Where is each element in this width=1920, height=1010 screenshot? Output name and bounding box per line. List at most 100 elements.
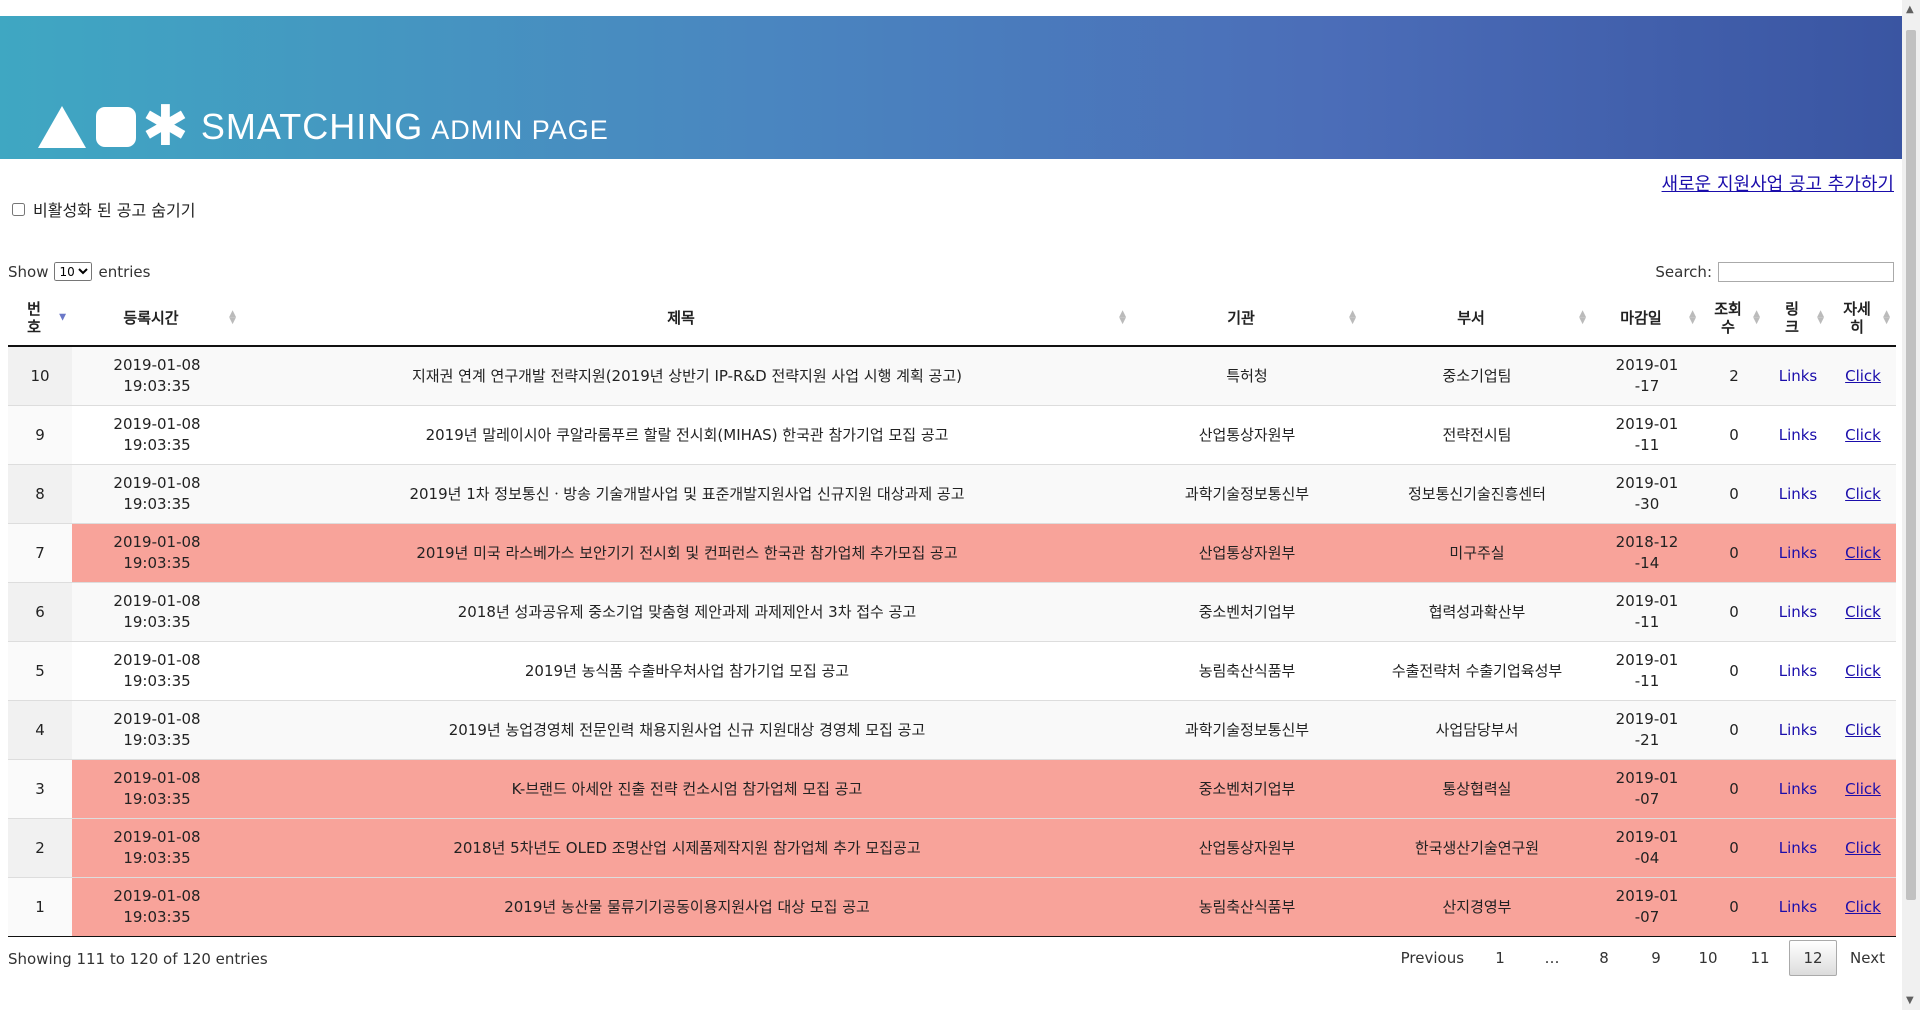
cell-detail: Click [1830,523,1896,583]
detail-click-link[interactable]: Click [1845,898,1881,916]
cell-title: 2018년 성과공유제 중소기업 맞춤형 제안과제 과제제안서 3차 접수 공고 [242,582,1132,642]
cell-dept: 한국생산기술연구원 [1362,818,1592,878]
cell-number: 2 [35,838,45,857]
col-header-time[interactable]: 등록시간 ▲ ▼ [72,290,242,347]
links-link[interactable]: Links [1779,426,1818,444]
table-row: 5 2019-01-08 19:03:35 2019년 농식품 수출바우처사업 참가… [8,641,1896,701]
pagination-page-current[interactable]: 12 [1789,940,1838,976]
cell-organization: 산업통상자원부 [1198,838,1296,857]
cell-organization: 특허청 [1226,366,1268,385]
cell-title: 2019년 농식품 수출바우처사업 참가기업 모집 공고 [242,641,1132,701]
col-header-org[interactable]: 기관 ▲ ▼ [1132,290,1362,347]
cell-org: 산업통상자원부 [1132,405,1362,465]
cell-deadline: 2019-01-11 [1592,405,1702,465]
links-link[interactable]: Links [1779,367,1818,385]
pagination-page[interactable]: 1 [1477,941,1523,975]
cell-no: 5 [8,641,72,701]
sort-icon: ▲ ▼ [1753,308,1760,326]
scroll-up-icon[interactable]: ▲ [1906,4,1914,15]
length-prefix: Show [8,262,49,281]
page-scrollbar[interactable]: ▲ ▼ [1902,0,1920,1010]
scrollbar-thumb[interactable] [1906,30,1916,900]
detail-click-link[interactable]: Click [1845,780,1881,798]
entries-select[interactable]: 10 [54,262,93,281]
detail-click-link[interactable]: Click [1845,367,1881,385]
cell-dept: 산지경영부 [1362,877,1592,937]
table-header-row: 번호 ▼ 등록시간 ▲ ▼ 제목 ▲ ▼ 기관 ▲ ▼ 부서 ▲ ▼ 마감일 ▲ ▼ 조회수 ▲ ▼ 링크… [8,290,1896,347]
cell-detail: Click [1830,818,1896,878]
scroll-down-icon[interactable]: ▼ [1906,995,1914,1006]
detail-click-link[interactable]: Click [1845,603,1881,621]
col-header-deadline[interactable]: 마감일 ▲ ▼ [1592,290,1702,347]
cell-title: 2019년 농식품 수출바우처사업 참가기업 모집 공고 [524,661,850,680]
links-link[interactable]: Links [1779,603,1818,621]
links-link[interactable]: Links [1779,780,1818,798]
table-row: 2 2019-01-08 19:03:35 2018년 5차년도 OLED 조명산업… [8,818,1896,878]
links-link[interactable]: Links [1779,485,1818,503]
cell-no: 10 [8,345,72,406]
sort-icon: ▲ ▼ [1883,308,1890,326]
col-header-detail[interactable]: 자세히 ▲ ▼ [1830,290,1896,347]
detail-click-link[interactable]: Click [1845,839,1881,857]
table-row: 10 2019-01-08 19:03:35 지재권 연계 연구개발 전략지원(20… [8,345,1896,406]
col-header-title[interactable]: 제목 ▲ ▼ [242,290,1132,347]
cell-views: 0 [1702,818,1766,878]
pagination-page[interactable]: 11 [1737,941,1783,975]
cell-number: 4 [35,720,45,739]
cell-links: Links [1766,345,1830,406]
star-icon: ✱ [142,94,189,159]
cell-title: 2019년 농산물 물류기기공동이용지원사업 대상 모집 공고 [504,897,870,916]
pagination-page[interactable]: 10 [1685,941,1731,975]
sort-desc-icon: ▼ [59,312,66,322]
cell-registered-time: 2019-01-08 19:03:35 [113,356,201,395]
pagination-page[interactable]: 9 [1633,941,1679,975]
search-control: Search: [1655,262,1894,282]
cell-deadline: 2019-01-17 [1615,356,1679,395]
detail-click-link[interactable]: Click [1845,426,1881,444]
cell-deadline: 2018-12-14 [1592,523,1702,583]
links-link[interactable]: Links [1779,898,1818,916]
cell-no: 8 [8,464,72,524]
search-input[interactable] [1718,262,1894,282]
brand-text: SMATCHING ADMIN PAGE [201,106,609,148]
cell-organization: 중소벤처기업부 [1198,602,1296,621]
cell-registered-time: 2019-01-08 19:03:35 [113,887,201,926]
cell-dept: 전략전시팀 [1362,405,1592,465]
cell-organization: 산업통상자원부 [1198,543,1296,562]
col-header-dept[interactable]: 부서 ▲ ▼ [1362,290,1592,347]
cell-views: 2 [1702,345,1766,406]
sort-icon: ▲ ▼ [1689,308,1696,326]
cell-org: 중소벤처기업부 [1132,582,1362,642]
pagination-previous[interactable]: Previous [1394,941,1471,975]
cell-title: 2018년 5차년도 OLED 조명산업 시제품제작지원 참가업체 추가 모집공… [242,818,1132,878]
links-link[interactable]: Links [1779,839,1818,857]
cell-time: 2019-01-08 19:03:35 [72,818,242,878]
hide-inactive-toggle[interactable]: 비활성화 된 공고 숨기기 [12,197,195,221]
links-link[interactable]: Links [1779,662,1818,680]
detail-click-link[interactable]: Click [1845,721,1881,739]
cell-org: 산업통상자원부 [1132,523,1362,583]
col-header-views[interactable]: 조회수 ▲ ▼ [1702,290,1766,347]
detail-click-link[interactable]: Click [1845,485,1881,503]
cell-title: 2019년 농업경영체 전문인력 채용지원사업 신규 지원대상 경영체 모집 공… [242,700,1132,760]
cell-organization: 과학기술정보통신부 [1184,484,1310,503]
pagination-next[interactable]: Next [1843,941,1892,975]
cell-department: 협력성과확산부 [1428,602,1526,621]
add-notice-link[interactable]: 새로운 지원사업 공고 추가하기 [1662,170,1894,196]
links-link[interactable]: Links [1779,544,1818,562]
cell-registered-time: 2019-01-08 19:03:35 [113,651,201,690]
cell-deadline: 2019-01-11 [1615,415,1679,454]
cell-department: 사업담당부서 [1435,720,1519,739]
cell-views: 0 [1702,700,1766,760]
pagination-page[interactable]: 8 [1581,941,1627,975]
col-header-links[interactable]: 링크 ▲ ▼ [1766,290,1830,347]
col-header-number[interactable]: 번호 ▼ [8,290,72,347]
cell-title: 지재권 연계 연구개발 전략지원(2019년 상반기 IP-R&D 전략지원 사… [242,345,1132,406]
cell-links: Links [1766,818,1830,878]
hide-inactive-checkbox[interactable] [12,202,25,216]
detail-click-link[interactable]: Click [1845,544,1881,562]
cell-deadline: 2019-01-17 [1592,345,1702,406]
triangle-icon [38,106,86,148]
detail-click-link[interactable]: Click [1845,662,1881,680]
links-link[interactable]: Links [1779,721,1818,739]
